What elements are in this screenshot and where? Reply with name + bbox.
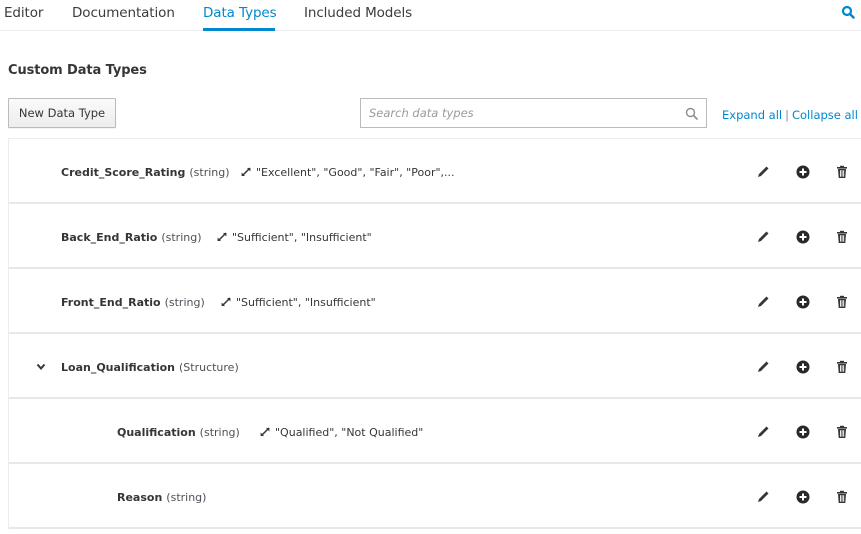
data-type-name: Reason [117,491,163,504]
plus-circle-icon[interactable] [795,424,811,440]
constraint-icon [260,427,270,437]
constraint: "Sufficient", "Insufficient" [217,231,372,244]
data-type-name: Credit_Score_Rating [61,166,186,179]
data-type-label: Back_End_Ratio (string) [61,231,202,244]
trash-icon[interactable] [834,164,850,180]
constraint: "Sufficient", "Insufficient" [221,296,376,309]
pencil-icon[interactable] [755,164,771,180]
pencil-icon[interactable] [755,359,771,375]
tab-editor[interactable]: Editor [4,5,43,21]
collapse-all-link[interactable]: Collapse all [792,108,858,122]
data-type-kind: (string) [166,491,207,504]
link-separator: | [785,108,789,122]
plus-circle-icon[interactable] [795,164,811,180]
data-type-kind: (string) [164,296,205,309]
section-title: Custom Data Types [8,63,147,78]
data-type-row[interactable]: Qualification (string) "Qualified", "Not … [8,399,861,464]
plus-circle-icon[interactable] [795,294,811,310]
data-type-kind: (string) [189,166,230,179]
chevron-down-icon[interactable] [36,363,46,371]
search-icon[interactable] [841,5,855,19]
data-type-kind: (string) [161,231,202,244]
tab-bar: Editor Documentation Data Types Included… [0,0,861,31]
constraint-icon [217,232,227,242]
data-type-label: Reason (string) [117,491,206,504]
tab-included-models[interactable]: Included Models [304,5,412,21]
data-type-row[interactable]: Reason (string) [8,464,861,529]
data-type-label: Loan_Qualification (Structure) [61,361,239,374]
data-type-row[interactable]: Back_End_Ratio (string) "Sufficient", "In… [8,204,861,269]
data-type-row[interactable]: Front_End_Ratio (string) "Sufficient", "I… [8,269,861,334]
tab-data-types[interactable]: Data Types [203,5,277,21]
plus-circle-icon[interactable] [795,489,811,505]
constraint-values: "Sufficient", "Insufficient" [232,231,372,244]
plus-circle-icon[interactable] [795,359,811,375]
plus-circle-icon[interactable] [795,229,811,245]
data-type-row[interactable]: Credit_Score_Rating (string) "Excellent",… [8,139,861,204]
data-type-kind: (Structure) [178,361,239,374]
new-data-type-button[interactable]: New Data Type [8,98,116,128]
constraint-values: "Qualified", "Not Qualified" [275,426,424,439]
constraint: "Excellent", "Good", "Fair", "Poor",... [241,166,455,179]
pencil-icon[interactable] [755,424,771,440]
data-type-label: Qualification (string) [117,426,240,439]
trash-icon[interactable] [834,294,850,310]
active-tab-indicator [203,28,275,31]
data-type-name: Front_End_Ratio [61,296,161,309]
expand-all-link[interactable]: Expand all [722,108,782,122]
search-icon[interactable] [685,107,698,120]
data-type-name: Loan_Qualification [61,361,175,374]
pencil-icon[interactable] [755,229,771,245]
trash-icon[interactable] [834,359,850,375]
expand-collapse-links: Expand all | Collapse all [722,108,858,122]
data-type-kind: (string) [199,426,240,439]
pencil-icon[interactable] [755,489,771,505]
search-field [360,98,707,128]
constraint-icon [221,297,231,307]
data-type-row[interactable]: Loan_Qualification (Structure) [8,334,861,399]
tab-documentation[interactable]: Documentation [72,5,175,21]
constraint-icon [241,167,251,177]
trash-icon[interactable] [834,229,850,245]
data-type-list: Credit_Score_Rating (string) "Excellent",… [8,138,861,529]
data-type-label: Front_End_Ratio (string) [61,296,205,309]
trash-icon[interactable] [834,424,850,440]
data-type-label: Credit_Score_Rating (string) [61,166,230,179]
pencil-icon[interactable] [755,294,771,310]
search-input[interactable] [361,99,671,127]
trash-icon[interactable] [834,489,850,505]
data-type-name: Qualification [117,426,196,439]
constraint-values: "Sufficient", "Insufficient" [236,296,376,309]
constraint: "Qualified", "Not Qualified" [260,426,423,439]
data-type-name: Back_End_Ratio [61,231,158,244]
constraint-values: "Excellent", "Good", "Fair", "Poor",... [256,166,455,179]
